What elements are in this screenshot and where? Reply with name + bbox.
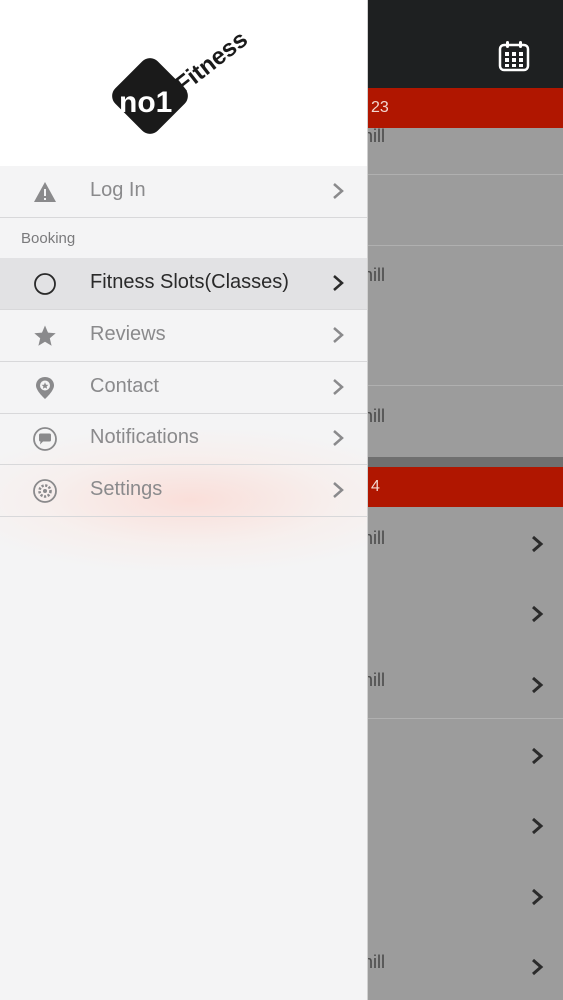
logo-word: Fitness xyxy=(170,26,253,99)
chevron-right-icon xyxy=(333,275,344,291)
drawer-header: no1 Fitness xyxy=(0,0,367,166)
menu-item-label: Contact xyxy=(90,375,159,397)
chevron-right-icon xyxy=(333,327,344,343)
chevron-right-icon xyxy=(333,430,344,446)
location-pin-icon xyxy=(36,377,54,399)
calendar-icon[interactable] xyxy=(498,40,530,72)
date-header-text: 23 xyxy=(371,99,389,116)
chevron-right-icon[interactable] xyxy=(528,676,546,694)
menu-item-label: Fitness Slots(Classes) xyxy=(90,271,289,293)
chevron-right-icon[interactable] xyxy=(528,888,546,906)
date-header-text: 4 xyxy=(371,478,380,495)
menu-item-notifications[interactable]: Notifications xyxy=(0,413,367,465)
menu-item-label: Log In xyxy=(90,179,146,201)
menu-item-log-in[interactable]: Log In xyxy=(0,166,367,218)
section-header: Booking xyxy=(21,230,76,247)
circle-icon xyxy=(34,273,56,295)
chevron-right-icon[interactable] xyxy=(528,958,546,976)
logo-mark: no1 xyxy=(119,86,172,119)
menu-item-label: Reviews xyxy=(90,323,166,345)
gear-icon xyxy=(33,479,57,503)
menu-item-reviews[interactable]: Reviews xyxy=(0,310,367,362)
star-icon xyxy=(34,325,56,346)
warning-icon xyxy=(34,182,56,202)
menu-item-contact[interactable]: Contact xyxy=(0,362,367,414)
chevron-right-icon[interactable] xyxy=(528,747,546,765)
chevron-right-icon xyxy=(333,482,344,498)
menu-item-fitness-slots[interactable]: Fitness Slots(Classes) xyxy=(0,258,367,310)
chevron-right-icon[interactable] xyxy=(528,535,546,553)
brand-logo: no1 Fitness xyxy=(112,26,253,134)
menu-item-settings[interactable]: Settings xyxy=(0,465,367,517)
side-drawer: no1 Fitness Log In Booking Fitness Slots… xyxy=(0,0,367,1000)
chevron-right-icon xyxy=(333,183,344,199)
chevron-right-icon[interactable] xyxy=(528,817,546,835)
menu-item-label: Settings xyxy=(90,478,163,500)
menu-item-label: Notifications xyxy=(90,426,199,448)
chevron-right-icon[interactable] xyxy=(528,605,546,623)
chevron-right-icon xyxy=(333,379,344,395)
chat-bubble-icon xyxy=(33,427,57,451)
